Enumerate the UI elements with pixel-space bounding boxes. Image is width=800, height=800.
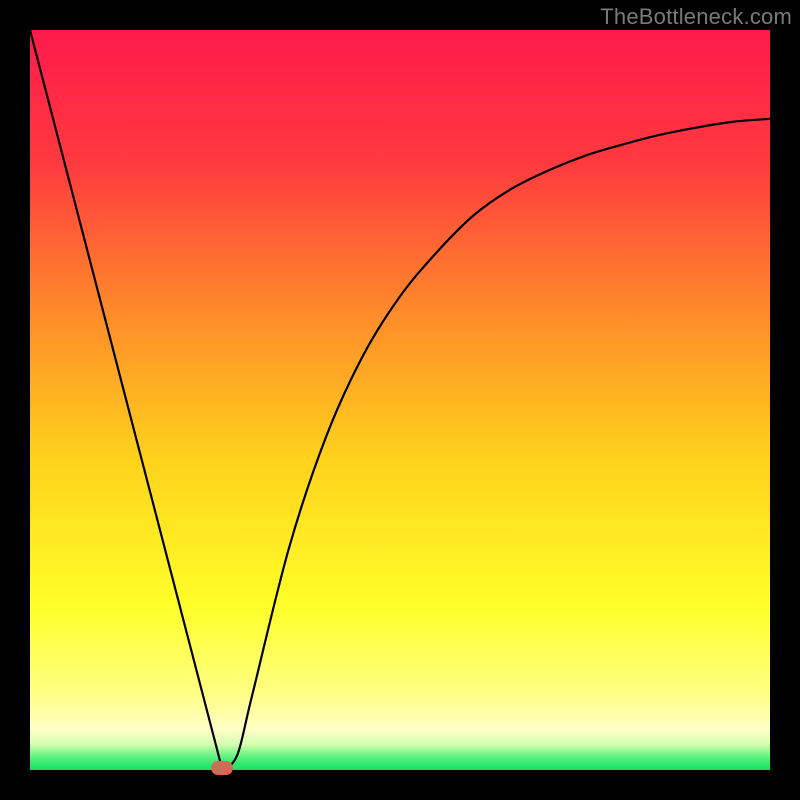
gradient-background — [30, 30, 770, 770]
attribution-text: TheBottleneck.com — [600, 4, 792, 30]
chart-frame — [30, 30, 770, 770]
bottleneck-chart — [30, 30, 770, 770]
optimal-point-marker — [211, 761, 233, 775]
